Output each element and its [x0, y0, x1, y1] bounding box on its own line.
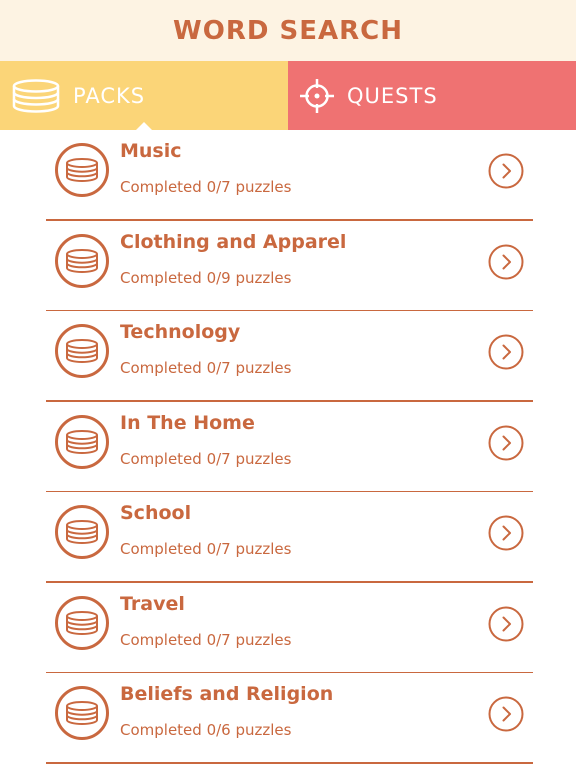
- pack-progress: Completed 0/7 puzzles: [120, 630, 292, 649]
- app-header: WORD SEARCH: [0, 0, 576, 61]
- pack-progress: Completed 0/9 puzzles: [120, 268, 292, 287]
- pack-list: Music Completed 0/7 puzzles Clothing and…: [0, 130, 576, 764]
- pack-progress: Completed 0/7 puzzles: [120, 359, 292, 377]
- coin-stack-icon: [54, 233, 110, 289]
- pack-progress: Completed 0/7 puzzles: [120, 178, 292, 196]
- pack-list-item[interactable]: In The Home Completed 0/7 puzzles: [0, 402, 576, 492]
- coin-stack-icon: [54, 142, 110, 198]
- tab-quests-label: QUESTS: [347, 83, 438, 108]
- pack-list-item[interactable]: School Completed 0/7 puzzles: [0, 492, 576, 583]
- pack-progress: Completed 0/6 puzzles: [120, 721, 292, 739]
- chevron-right-icon[interactable]: [488, 334, 524, 370]
- pack-list-item[interactable]: Beliefs and Religion Completed 0/6 puzzl…: [0, 673, 576, 764]
- chevron-right-icon[interactable]: [488, 515, 524, 551]
- page-title: WORD SEARCH: [173, 15, 403, 46]
- crosshair-icon: [299, 78, 335, 114]
- pack-title: Clothing and Apparel: [120, 230, 347, 253]
- pack-list-item[interactable]: Music Completed 0/7 puzzles: [0, 130, 576, 221]
- pack-progress: Completed 0/7 puzzles: [120, 540, 292, 558]
- coin-stack-icon: [54, 595, 110, 651]
- pack-title: School: [120, 502, 192, 524]
- pack-title: Beliefs and Religion: [120, 683, 334, 705]
- pack-list-item[interactable]: Travel Completed 0/7 puzzles: [0, 583, 576, 673]
- pack-title: Travel: [120, 592, 185, 615]
- coin-stack-icon: [54, 414, 110, 470]
- tab-bar: PACKS QUESTS: [0, 61, 576, 130]
- coin-stack-icon: [54, 685, 110, 741]
- coin-stack-icon: [11, 78, 61, 114]
- pack-list-item[interactable]: Technology Completed 0/7 puzzles: [0, 311, 576, 402]
- chevron-right-icon[interactable]: [488, 153, 524, 189]
- pack-title: Technology: [120, 321, 241, 343]
- divider: [46, 762, 533, 764]
- chevron-right-icon[interactable]: [488, 606, 524, 642]
- chevron-right-icon[interactable]: [488, 425, 524, 461]
- selected-tab-pointer: [136, 122, 152, 130]
- tab-packs[interactable]: PACKS: [0, 61, 288, 130]
- pack-list-item[interactable]: Clothing and Apparel Completed 0/9 puzzl…: [0, 221, 576, 311]
- tab-packs-label: PACKS: [73, 83, 146, 108]
- chevron-right-icon[interactable]: [488, 696, 524, 732]
- pack-title: In The Home: [120, 411, 255, 434]
- pack-progress: Completed 0/7 puzzles: [120, 449, 292, 468]
- pack-title: Music: [120, 140, 182, 162]
- chevron-right-icon[interactable]: [488, 244, 524, 280]
- coin-stack-icon: [54, 504, 110, 560]
- coin-stack-icon: [54, 323, 110, 379]
- tab-quests[interactable]: QUESTS: [288, 61, 576, 130]
